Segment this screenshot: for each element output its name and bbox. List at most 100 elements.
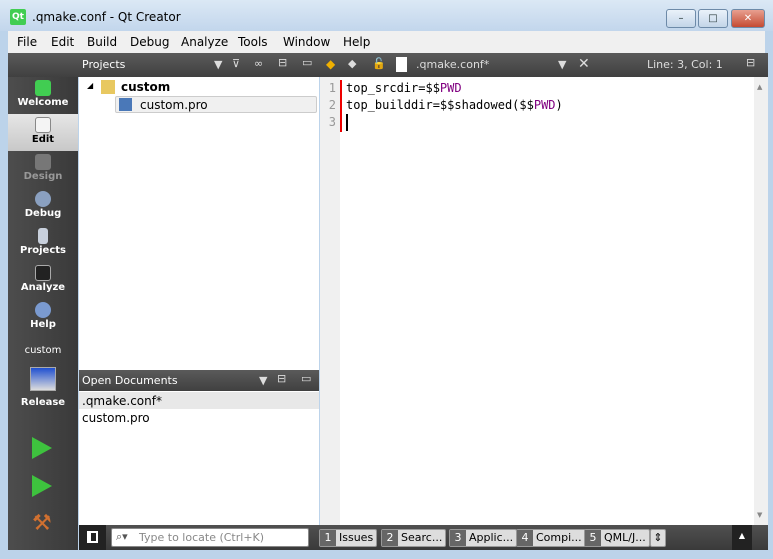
mode-label: Projects xyxy=(19,245,66,256)
mode-welcome[interactable]: Welcome xyxy=(8,77,78,114)
chevron-down-icon[interactable]: ▼ xyxy=(214,58,222,71)
kit-project-name: custom xyxy=(24,345,62,356)
projects-view-selector[interactable]: Projects xyxy=(82,58,125,71)
menu-debug[interactable]: Debug xyxy=(130,35,169,49)
help-icon xyxy=(35,302,51,318)
line-number: 2 xyxy=(328,98,336,112)
open-document-item[interactable]: .qmake.conf* xyxy=(79,392,319,409)
output-tab-compile[interactable]: 4 Compi... xyxy=(516,529,586,547)
close-pane-icon[interactable]: ▭ xyxy=(302,56,312,69)
tab-label: QML/J... xyxy=(604,531,646,544)
code-text: top_builddir=$$shadowed($$ xyxy=(346,98,534,112)
chevron-down-icon[interactable]: ▼ xyxy=(558,58,566,71)
link-icon[interactable]: ∞ xyxy=(254,57,263,70)
line-number: 3 xyxy=(328,115,336,129)
status-bar: ⌕▾ Type to locate (Ctrl+K) 1 Issues 2 Sear… xyxy=(79,525,768,550)
mode-label: Debug xyxy=(24,208,62,219)
mode-design[interactable]: Design xyxy=(8,151,78,188)
mode-label: Edit xyxy=(31,134,55,145)
menu-window[interactable]: Window xyxy=(283,35,330,49)
split-icon[interactable]: ⊟ xyxy=(277,372,286,385)
up-down-icon: ⇕ xyxy=(653,531,663,544)
cursor-position[interactable]: Line: 3, Col: 1 xyxy=(647,58,723,71)
menu-tools[interactable]: Tools xyxy=(238,35,268,49)
split-icon[interactable]: ⊟ xyxy=(278,56,287,69)
bug-icon xyxy=(35,191,51,207)
mode-label: Help xyxy=(30,319,56,330)
mode-label: Welcome xyxy=(17,97,69,108)
open-document-item[interactable]: custom.pro xyxy=(79,409,319,426)
mode-label: Analyze xyxy=(20,282,66,293)
output-tab-application[interactable]: 3 Applic... xyxy=(449,529,518,547)
menu-analyze[interactable]: Analyze xyxy=(181,35,228,49)
close-button[interactable]: ✕ xyxy=(731,9,765,28)
build-config[interactable]: Release xyxy=(8,397,78,408)
back-arrow-icon[interactable]: ◆ xyxy=(326,57,335,71)
mode-edit[interactable]: Edit xyxy=(8,114,78,151)
tab-label: Issues xyxy=(339,531,374,544)
output-tab-search[interactable]: 2 Searc... xyxy=(381,529,447,547)
tab-number: 4 xyxy=(517,530,533,546)
project-tree: ◢ custom custom.pro xyxy=(79,77,319,370)
build-hammer-icon[interactable]: ⚒ xyxy=(32,511,52,536)
menu-edit[interactable]: Edit xyxy=(51,35,74,49)
locator-placeholder: Type to locate (Ctrl+K) xyxy=(139,531,265,544)
mode-label: Design xyxy=(23,171,63,182)
code-line: top_builddir=$$shadowed($$PWD) xyxy=(346,97,563,114)
qt-logo-icon xyxy=(35,80,51,96)
toggle-sidebar-button[interactable] xyxy=(79,525,106,550)
code-variable: PWD xyxy=(533,98,556,112)
code-content[interactable]: top_srcdir=$$PWD top_builddir=$$shadowed… xyxy=(346,80,563,131)
close-document-icon[interactable]: ✕ xyxy=(578,56,590,72)
toolbar-row: Projects ▼ ⊽ ∞ ⊟ ▭ ◆ ◆ 🔓 .qmake.conf* ▼ … xyxy=(8,53,768,77)
changed-lines-marker xyxy=(340,80,342,132)
search-icon: ⌕▾ xyxy=(116,530,128,543)
project-folder-icon xyxy=(101,80,115,94)
expand-arrow-icon[interactable]: ◢ xyxy=(87,81,93,90)
scroll-up-icon[interactable]: ▲ xyxy=(757,83,762,91)
mode-help[interactable]: Help xyxy=(8,299,78,336)
menu-build[interactable]: Build xyxy=(87,35,117,49)
tree-item-project[interactable]: custom xyxy=(121,80,170,94)
code-variable: PWD xyxy=(439,81,462,95)
split-icon[interactable]: ⊟ xyxy=(746,56,755,69)
mode-projects[interactable]: Projects xyxy=(8,225,78,262)
window-title: .qmake.conf - Qt Creator xyxy=(32,10,181,24)
analyze-monitor-icon xyxy=(35,265,51,281)
vertical-scrollbar[interactable]: ▲ ▼ xyxy=(754,77,768,525)
output-tab-issues[interactable]: 1 Issues xyxy=(319,529,378,547)
menu-file[interactable]: File xyxy=(17,35,37,49)
tab-number: 1 xyxy=(320,530,336,546)
mode-debug[interactable]: Debug xyxy=(8,188,78,225)
close-pane-icon[interactable]: ▭ xyxy=(301,372,311,385)
qt-creator-logo-icon: Qt xyxy=(10,9,26,25)
maximize-button[interactable]: □ xyxy=(698,9,728,28)
filter-icon[interactable]: ⊽ xyxy=(232,57,240,70)
run-icon[interactable] xyxy=(32,437,52,459)
scroll-down-icon[interactable]: ▼ xyxy=(757,511,762,519)
menu-bar: File Edit Build Debug Analyze Tools Wind… xyxy=(8,31,765,53)
locator-input[interactable]: ⌕▾ Type to locate (Ctrl+K) xyxy=(111,528,309,547)
document-selector[interactable]: .qmake.conf* xyxy=(416,58,489,71)
arrow-up-icon: ▲ xyxy=(738,531,746,540)
minimize-button[interactable]: – xyxy=(666,9,696,28)
line-number: 1 xyxy=(328,81,336,95)
toggle-output-pane-button[interactable]: ▲ xyxy=(732,525,752,550)
mode-analyze[interactable]: Analyze xyxy=(8,262,78,299)
lock-icon: 🔓 xyxy=(372,57,386,70)
text-editor[interactable] xyxy=(320,77,768,525)
output-tab-qml[interactable]: 5 QML/J... xyxy=(584,529,650,547)
build-target-selector[interactable] xyxy=(30,367,56,391)
chevron-down-icon[interactable]: ▼ xyxy=(259,374,267,387)
debug-run-icon[interactable] xyxy=(32,475,52,497)
tab-label: Searc... xyxy=(401,531,443,544)
more-tabs-button[interactable]: ⇕ xyxy=(650,529,666,547)
tree-item-file[interactable]: custom.pro xyxy=(115,96,317,113)
tab-label: Compi... xyxy=(536,531,582,544)
mode-bar: Welcome Edit Design Debug Projects Analy… xyxy=(8,77,78,550)
forward-arrow-icon[interactable]: ◆ xyxy=(348,57,356,70)
file-icon xyxy=(396,57,407,72)
menu-help[interactable]: Help xyxy=(343,35,370,49)
document-icon xyxy=(35,117,51,133)
open-documents-title[interactable]: Open Documents xyxy=(82,374,178,387)
